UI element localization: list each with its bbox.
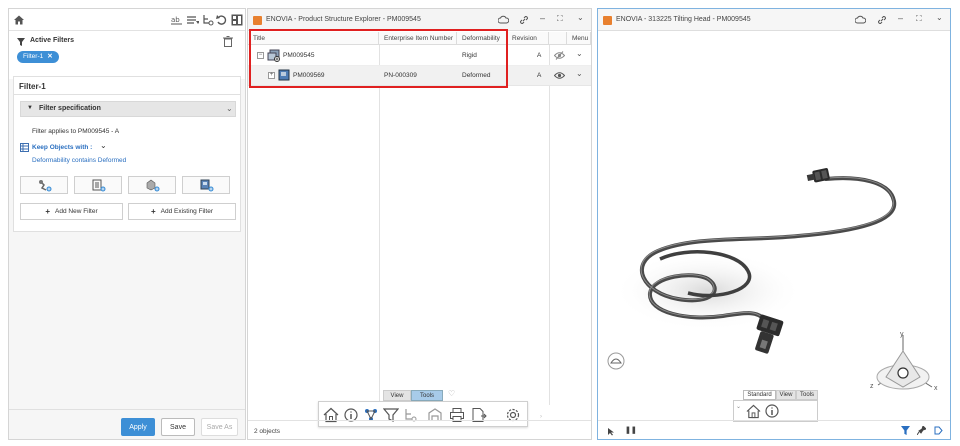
tab-view[interactable]: View bbox=[383, 390, 411, 401]
chevron-down-icon[interactable]: ⌄ bbox=[576, 69, 583, 78]
highlight-box bbox=[249, 29, 508, 88]
tab-tools[interactable]: Tools bbox=[411, 390, 443, 401]
pin-icon[interactable] bbox=[917, 426, 926, 435]
column-revision[interactable]: Revision bbox=[507, 32, 549, 45]
add-existing-filter-button[interactable]: + Add Existing Filter bbox=[128, 203, 236, 220]
home-icon[interactable] bbox=[13, 14, 25, 26]
table-icon bbox=[20, 143, 29, 152]
info-icon[interactable] bbox=[765, 404, 779, 418]
chevron-down-icon[interactable]: ⌄ bbox=[577, 13, 584, 22]
link-icon[interactable] bbox=[519, 15, 529, 25]
condition-text[interactable]: Deformability contains Deformed bbox=[32, 157, 126, 164]
close-icon[interactable]: ✕ bbox=[47, 51, 52, 63]
filter-chip-label: Filter-1 bbox=[23, 53, 44, 60]
add-new-filter-label: Add New Filter bbox=[55, 208, 98, 215]
undo-icon[interactable] bbox=[216, 14, 228, 26]
column-status[interactable] bbox=[549, 32, 567, 45]
maximize-icon[interactable]: ⛶ bbox=[557, 14, 563, 24]
x-axis-label: x bbox=[934, 385, 938, 392]
applies-to-text: Filter applies to PM009545 - A bbox=[32, 128, 120, 135]
svg-text:ab: ab bbox=[171, 16, 180, 24]
tab-standard[interactable]: Standard bbox=[743, 390, 776, 400]
select-pointer-icon[interactable] bbox=[607, 427, 616, 436]
row-revision: A bbox=[537, 72, 542, 79]
column-menu[interactable]: Menu bbox=[567, 32, 591, 45]
filter-tree-icon[interactable]: ab bbox=[171, 14, 183, 26]
trash-icon[interactable] bbox=[223, 36, 233, 47]
home-icon[interactable] bbox=[746, 404, 761, 419]
chevron-down-icon[interactable]: ⌄ bbox=[736, 403, 741, 410]
tab-view[interactable]: View bbox=[776, 390, 796, 400]
eye-icon[interactable] bbox=[554, 71, 565, 80]
funnel-icon bbox=[17, 38, 25, 46]
status-bar: 2 objects bbox=[248, 420, 591, 439]
object-count: 2 objects bbox=[254, 428, 281, 435]
chevron-down-icon[interactable]: ⌄ bbox=[226, 104, 233, 113]
apply-button[interactable]: Apply bbox=[121, 418, 155, 436]
divider bbox=[9, 409, 245, 410]
add-assembly-button[interactable] bbox=[182, 176, 230, 194]
filter-chip[interactable]: Filter-1 ✕ bbox=[17, 51, 59, 63]
z-axis-label: z bbox=[870, 383, 874, 390]
chevron-down-icon[interactable]: ⌄ bbox=[936, 13, 943, 22]
filter-title: Filter-1 bbox=[19, 82, 46, 91]
column-divider bbox=[549, 45, 550, 405]
3d-viewer-panel: ENOVIA - 313225 Tilting Head - PM009545 … bbox=[597, 8, 951, 440]
explorer-title: ENOVIA - Product Structure Explorer - PM… bbox=[266, 16, 421, 23]
enovia-logo-icon bbox=[253, 16, 262, 25]
plus-icon: + bbox=[45, 207, 51, 216]
add-part-button[interactable] bbox=[128, 176, 176, 194]
filter-spec-header[interactable]: ▼ Filter specification ⌄ bbox=[20, 101, 236, 117]
active-filters-label: Active Filters bbox=[30, 37, 74, 44]
tab-tools[interactable]: Tools bbox=[796, 390, 818, 400]
enovia-logo-icon bbox=[603, 16, 612, 25]
product-structure-explorer: ENOVIA - Product Structure Explorer - PM… bbox=[247, 8, 592, 440]
pause-icon[interactable]: ❚❚ bbox=[625, 426, 637, 434]
filter-list-icon[interactable] bbox=[187, 14, 199, 26]
add-new-filter-button[interactable]: + Add New Filter bbox=[20, 203, 123, 220]
filter-title-bar: Filter-1 bbox=[13, 76, 241, 94]
y-axis-label: y bbox=[900, 331, 904, 338]
eye-slash-icon[interactable] bbox=[554, 51, 565, 60]
minimize-icon[interactable]: – bbox=[540, 13, 545, 23]
robot-icon[interactable] bbox=[607, 352, 625, 370]
viewer-action-bar: ⌄ bbox=[733, 400, 818, 422]
triangle-down-icon: ▼ bbox=[27, 105, 33, 111]
explorer-titlebar: ENOVIA - Product Structure Explorer - PM… bbox=[248, 9, 591, 31]
cloud-icon[interactable] bbox=[855, 15, 866, 24]
add-existing-filter-label: Add Existing Filter bbox=[160, 208, 214, 215]
keep-objects-label[interactable]: Keep Objects with : bbox=[32, 144, 92, 151]
filter-spec-title: Filter specification bbox=[39, 105, 101, 112]
row-revision: A bbox=[537, 52, 542, 59]
column-divider bbox=[379, 45, 380, 405]
chevron-down-icon[interactable]: ⌄ bbox=[100, 141, 107, 150]
filter-card: ▼ Filter specification ⌄ Filter applies … bbox=[13, 94, 241, 232]
maximize-icon[interactable]: ⛶ bbox=[916, 14, 922, 24]
add-object-button[interactable] bbox=[20, 176, 68, 194]
filter-hierarchy-icon[interactable] bbox=[202, 14, 214, 26]
viewer-title: ENOVIA - 313225 Tilting Head - PM009545 bbox=[616, 16, 751, 23]
minimize-icon[interactable]: – bbox=[898, 13, 903, 23]
plus-icon: + bbox=[150, 207, 156, 216]
link-icon[interactable] bbox=[877, 15, 887, 25]
chevron-down-icon[interactable]: ⌄ bbox=[576, 49, 583, 58]
compass-widget[interactable] bbox=[866, 331, 940, 401]
viewer-titlebar: ENOVIA - 313225 Tilting Head - PM009545 … bbox=[598, 9, 950, 31]
heart-icon[interactable]: ♡ bbox=[448, 389, 455, 398]
filter-panel: ab Active Filters Filter-1 ✕ Filter-1 ▼ bbox=[8, 8, 246, 440]
add-list-button[interactable] bbox=[74, 176, 122, 194]
viewer-status-bar: ❚❚ bbox=[598, 420, 950, 439]
filter-toolbar: ab bbox=[9, 9, 245, 31]
save-as-button[interactable]: Save As bbox=[201, 418, 238, 436]
tag-icon[interactable] bbox=[934, 426, 943, 435]
layout-icon[interactable] bbox=[231, 14, 243, 26]
filter-icon[interactable] bbox=[901, 426, 910, 435]
cloud-icon[interactable] bbox=[498, 15, 509, 24]
save-button[interactable]: Save bbox=[161, 418, 195, 436]
